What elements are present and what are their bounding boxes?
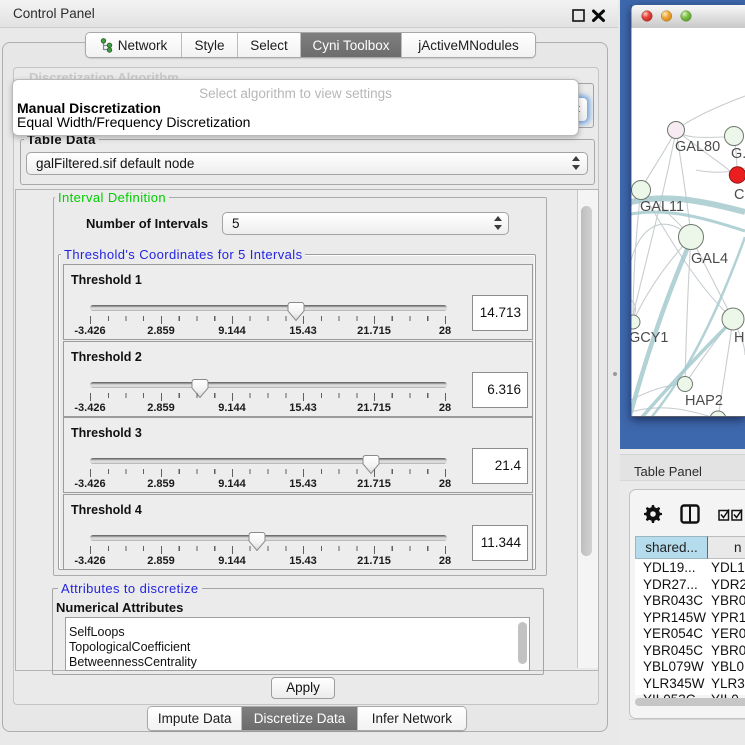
svg-text:GAL80: GAL80 bbox=[675, 139, 720, 155]
svg-text:GAL11: GAL11 bbox=[640, 199, 684, 215]
svg-text:G.: G. bbox=[731, 146, 745, 162]
svg-text:GAL4: GAL4 bbox=[691, 251, 728, 267]
svg-text:H: H bbox=[734, 330, 744, 346]
svg-text:HAP2: HAP2 bbox=[685, 393, 723, 409]
svg-text:GCY1: GCY1 bbox=[631, 330, 669, 346]
svg-text:C: C bbox=[734, 187, 744, 203]
